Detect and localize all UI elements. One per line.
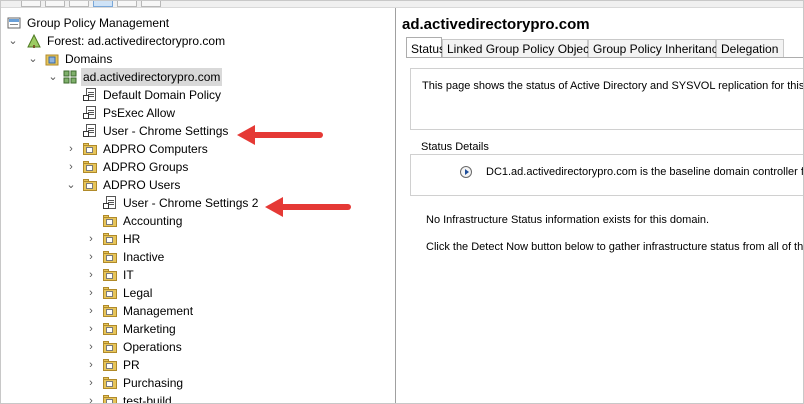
gpo-link-icon [83, 106, 97, 120]
gpo-link-icon [103, 196, 117, 210]
tree-node-label: Legal [123, 286, 153, 300]
tree-node-label: PR [123, 358, 140, 372]
ou-folder-icon [103, 269, 117, 281]
ou-folder-icon [103, 377, 117, 389]
chevron-down-icon[interactable]: ⌄ [7, 32, 19, 50]
toolbar-button[interactable] [93, 1, 113, 7]
annotation-arrow [237, 125, 325, 145]
tree-node-label: User - Chrome Settings [103, 124, 229, 138]
tree-node-label: Management [123, 304, 194, 318]
chevron-down-icon[interactable]: ⌄ [65, 176, 77, 194]
chevron-right-icon[interactable]: › [65, 140, 77, 158]
tree-node-label: Forest: ad.activedirectorypro.com [47, 34, 226, 48]
page-title: ad.activedirectorypro.com [402, 16, 590, 33]
ou-folder-icon [103, 305, 117, 317]
chevron-right-icon[interactable]: › [65, 158, 77, 176]
tab-delegation[interactable]: Delegation [716, 39, 784, 57]
chevron-right-icon[interactable]: › [85, 374, 97, 392]
tree-node-label: ADPRO Groups [103, 160, 189, 174]
tree-node-label: Operations [123, 340, 182, 354]
toolbar-button[interactable] [21, 1, 41, 7]
tree-node-label: HR [123, 232, 141, 246]
domain-icon [63, 70, 77, 84]
tab-inheritance[interactable]: Group Policy Inheritance [588, 39, 724, 57]
ou-folder-icon [103, 215, 117, 227]
chevron-right-icon[interactable]: › [85, 320, 97, 338]
toolbar-button[interactable] [141, 1, 161, 7]
ou-folder-icon [103, 323, 117, 335]
status-details-label: Status Details [418, 141, 492, 153]
tree-node-label: Marketing [123, 322, 176, 336]
no-infra-message: No Infrastructure Status information exi… [426, 214, 710, 226]
details-pane: ad.activedirectorypro.com Status Linked … [396, 8, 803, 403]
chevron-right-icon[interactable]: › [85, 392, 97, 403]
chevron-right-icon[interactable]: › [85, 230, 97, 248]
ou-folder-icon [83, 143, 97, 155]
tree-node-label: Accounting [123, 214, 183, 228]
chevron-right-icon[interactable]: › [85, 284, 97, 302]
forest-icon [27, 33, 41, 48]
toolbar-button[interactable] [69, 1, 89, 7]
tree-node-label: User - Chrome Settings 2 [123, 196, 259, 210]
ou-folder-icon [103, 233, 117, 245]
gpo-link-icon [83, 124, 97, 138]
chevron-right-icon[interactable]: › [85, 302, 97, 320]
chevron-right-icon[interactable]: › [85, 266, 97, 284]
tree-node-label: Inactive [123, 250, 165, 264]
app-window: Group Policy Management ⌄ Forest: ad.act… [0, 0, 804, 404]
annotation-arrow [265, 197, 353, 217]
detect-now-message: Click the Detect Now button below to gat… [426, 241, 803, 253]
ou-folder-icon [103, 287, 117, 299]
tree-node-label: Domains [65, 52, 113, 66]
chevron-down-icon[interactable]: ⌄ [47, 68, 59, 86]
ou-folder-icon [103, 251, 117, 263]
tree-node-label: test-build [123, 394, 172, 403]
status-description: This page shows the status of Active Dir… [422, 80, 803, 92]
tree-node-label: Group Policy Management [27, 16, 170, 30]
chevron-right-icon[interactable]: › [85, 356, 97, 374]
tree-node-label: ADPRO Users [103, 178, 181, 192]
gpm-icon [7, 16, 21, 30]
toolbar-strip [1, 1, 803, 8]
tree-node-label: PsExec Allow [103, 106, 176, 120]
expand-details-icon[interactable] [460, 166, 472, 178]
tree-node-label: Purchasing [123, 376, 184, 390]
chevron-right-icon[interactable]: › [85, 338, 97, 356]
tab-divider [406, 57, 803, 58]
tab-linked-gpos[interactable]: Linked Group Policy Objects [442, 39, 598, 57]
ou-folder-icon [83, 179, 97, 191]
tree-node-label: ADPRO Computers [103, 142, 208, 156]
chevron-down-icon[interactable]: ⌄ [27, 50, 39, 68]
baseline-dc-text: DC1.ad.activedirectorypro.com is the bas… [486, 166, 803, 178]
ou-folder-icon [103, 341, 117, 353]
ou-folder-icon [103, 395, 117, 403]
ou-folder-icon [83, 161, 97, 173]
tree-node-label: Default Domain Policy [103, 88, 222, 102]
tree-node-label: ad.activedirectorypro.com [81, 68, 223, 86]
chevron-right-icon[interactable]: › [85, 248, 97, 266]
domains-icon [45, 52, 59, 66]
tree-node-label: IT [123, 268, 134, 282]
tab-status[interactable]: Status [406, 37, 445, 57]
console-tree: Group Policy Management ⌄ Forest: ad.act… [1, 8, 396, 403]
gpo-link-icon [83, 88, 97, 102]
status-summary-panel [410, 68, 803, 130]
toolbar-button[interactable] [117, 1, 137, 7]
ou-folder-icon [103, 359, 117, 371]
toolbar-button[interactable] [45, 1, 65, 7]
